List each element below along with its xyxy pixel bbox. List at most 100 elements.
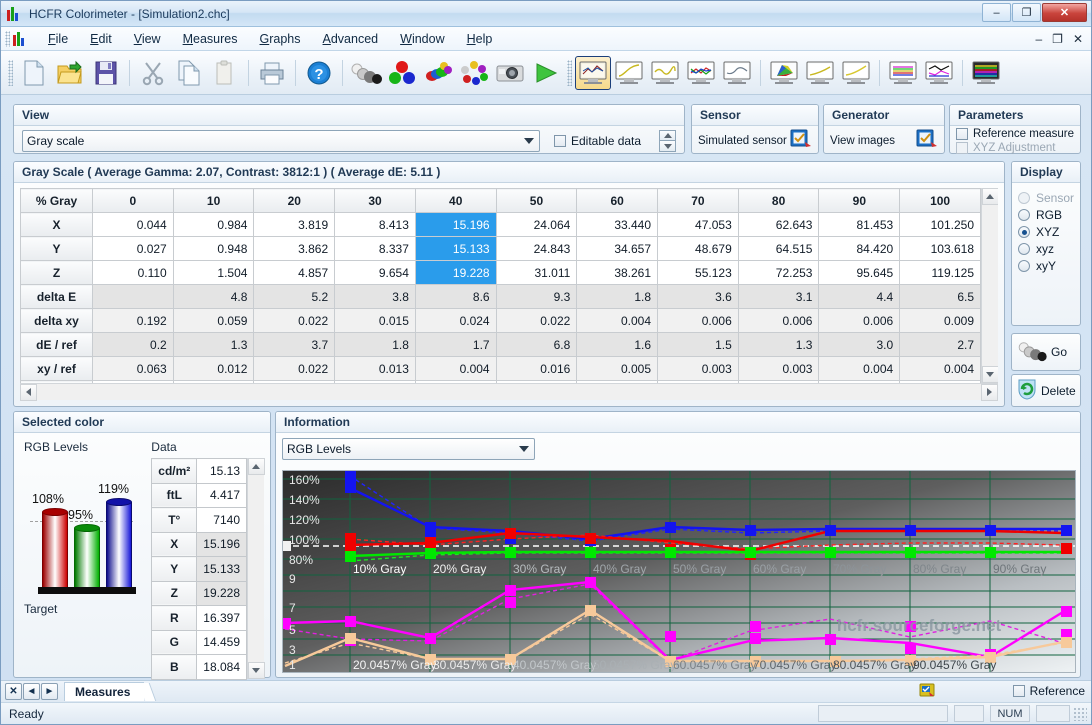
minimize-button[interactable]: – (982, 3, 1011, 22)
cell-Z-10[interactable]: 1.504 (173, 261, 254, 285)
monitor-measures-icon[interactable] (575, 56, 611, 90)
cell-dE-80[interactable]: 3.1 (738, 285, 819, 309)
tab-next-button[interactable]: ► (41, 683, 58, 700)
cell-Y-30[interactable]: 8.337 (335, 237, 416, 261)
cell-Z-70[interactable]: 55.123 (658, 261, 739, 285)
display-option-xyz[interactable]: XYZ (1018, 225, 1074, 239)
cell-dxy-30[interactable]: 0.015 (335, 309, 416, 333)
menu-item-file[interactable]: FFileile (37, 29, 79, 49)
reference-measure-checkbox[interactable]: Reference measure (956, 128, 1074, 140)
cell-dxy-100[interactable]: 0.009 (900, 309, 981, 333)
scroll-up-button[interactable] (982, 188, 999, 205)
monitor-curve-icon[interactable] (647, 56, 683, 90)
cell-dE-60[interactable]: 1.8 (577, 285, 658, 309)
cell-Y-0[interactable]: 0.027 (93, 237, 174, 261)
cell-dxy-40[interactable]: 0.024 (415, 309, 496, 333)
saturations-icon[interactable] (420, 56, 456, 90)
cell-X-20[interactable]: 3.819 (254, 213, 335, 237)
data-value[interactable]: 15.196 (197, 532, 247, 557)
cell-dE-100[interactable]: 6.5 (900, 285, 981, 309)
rgb-levels-chart[interactable]: hcfr.sourceforge.net 160% 140% 120% 100%… (282, 470, 1076, 673)
spinner-down-button[interactable] (659, 141, 676, 152)
scroll-left-button[interactable] (20, 384, 37, 401)
tab-prev-button[interactable]: ◄ (23, 683, 40, 700)
cell-dEref-90[interactable]: 3.0 (819, 333, 900, 357)
cell-Z-0[interactable]: 0.110 (93, 261, 174, 285)
scroll-down-button[interactable] (982, 366, 999, 383)
menu-item-window[interactable]: Window (389, 29, 455, 49)
reference-checkbox[interactable]: Reference (1013, 684, 1085, 698)
cell-dxy-60[interactable]: 0.004 (577, 309, 658, 333)
cut-scissors-icon[interactable] (135, 56, 171, 90)
cell-xyref-0[interactable]: 0.063 (93, 357, 174, 381)
cell-Z-100[interactable]: 119.125 (900, 261, 981, 285)
cell-dxy-50[interactable]: 0.022 (496, 309, 577, 333)
cell-dxy-70[interactable]: 0.006 (658, 309, 739, 333)
save-floppy-icon[interactable] (88, 56, 124, 90)
monitor-gamma-icon[interactable] (611, 56, 647, 90)
close-button[interactable]: ✕ (1042, 3, 1087, 22)
full-colors-icon[interactable] (456, 56, 492, 90)
cell-dE-0[interactable] (93, 285, 174, 309)
cell-Z-30[interactable]: 9.654 (335, 261, 416, 285)
cell-Z-50[interactable]: 31.011 (496, 261, 577, 285)
maximize-button[interactable]: ❐ (1012, 3, 1041, 22)
monitor-gamma2-icon[interactable] (802, 56, 838, 90)
camera-icon[interactable] (492, 56, 528, 90)
rgb-primaries-icon[interactable] (384, 56, 420, 90)
scroll-down-button[interactable] (248, 662, 265, 679)
cell-dE-50[interactable]: 9.3 (496, 285, 577, 309)
cell-Y-80[interactable]: 64.515 (738, 237, 819, 261)
config-check-icon[interactable] (916, 129, 938, 152)
selected-color-data-table[interactable]: cd/m²15.13 ftL4.417 T°7140 X15.196 Y15.1… (151, 458, 247, 680)
cell-X-60[interactable]: 33.440 (577, 213, 658, 237)
cell-dxy-20[interactable]: 0.022 (254, 309, 335, 333)
cell-xyref-80[interactable]: 0.003 (738, 357, 819, 381)
scroll-up-button[interactable] (248, 458, 265, 475)
cell-dEref-20[interactable]: 3.7 (254, 333, 335, 357)
cell-dEref-0[interactable]: 0.2 (93, 333, 174, 357)
resize-grip-icon[interactable] (1073, 707, 1087, 721)
cell-X-40[interactable]: 15.196 (415, 213, 496, 237)
cell-Z-20[interactable]: 4.857 (254, 261, 335, 285)
paste-icon[interactable] (207, 56, 243, 90)
information-select[interactable]: RGB Levels (282, 438, 535, 460)
mdi-close-button[interactable]: ✕ (1073, 32, 1083, 46)
cell-Y-50[interactable]: 24.843 (496, 237, 577, 261)
cell-dE-70[interactable]: 3.6 (658, 285, 739, 309)
cell-dxy-90[interactable]: 0.006 (819, 309, 900, 333)
cell-xyref-50[interactable]: 0.016 (496, 357, 577, 381)
cell-Z-80[interactable]: 72.253 (738, 261, 819, 285)
toolbar-grip-handle-2[interactable] (567, 60, 572, 86)
cell-Y-20[interactable]: 3.862 (254, 237, 335, 261)
cell-dEref-40[interactable]: 1.7 (415, 333, 496, 357)
monitor-near-white-icon[interactable] (838, 56, 874, 90)
monitor-saturation-shift-icon[interactable] (921, 56, 957, 90)
table-horizontal-scrollbar[interactable] (20, 383, 998, 400)
monitor-colortemp-icon[interactable] (719, 56, 755, 90)
data-value[interactable]: 15.133 (197, 557, 247, 582)
help-question-icon[interactable]: ? (301, 56, 337, 90)
cell-xyref-20[interactable]: 0.022 (254, 357, 335, 381)
tab-close-button[interactable]: ✕ (5, 683, 22, 700)
menu-item-edit[interactable]: Edit (79, 29, 123, 49)
cell-X-30[interactable]: 8.413 (335, 213, 416, 237)
cell-xyref-10[interactable]: 0.012 (173, 357, 254, 381)
delete-button[interactable]: Delete (1011, 374, 1081, 407)
cell-dEref-50[interactable]: 6.8 (496, 333, 577, 357)
toolbar-grip-handle[interactable] (8, 60, 13, 86)
monitor-rgb-levels-icon[interactable] (683, 56, 719, 90)
column-header-90[interactable]: 90 (819, 189, 900, 213)
cell-dEref-80[interactable]: 1.3 (738, 333, 819, 357)
data-value[interactable]: 15.13 (197, 459, 247, 484)
cell-X-100[interactable]: 101.250 (900, 213, 981, 237)
display-option-xyz-lower[interactable]: xyz (1018, 242, 1074, 256)
cell-X-50[interactable]: 24.064 (496, 213, 577, 237)
column-header-40[interactable]: 40 (415, 189, 496, 213)
grayscale-table[interactable]: % Gray 0 10 20 30 40 50 60 70 80 90 (20, 188, 981, 383)
cell-Y-90[interactable]: 84.420 (819, 237, 900, 261)
selected-color-scrollbar[interactable] (247, 458, 264, 679)
tab-measures[interactable]: Measures (64, 682, 144, 701)
open-folder-icon[interactable] (52, 56, 88, 90)
cell-xyref-70[interactable]: 0.003 (658, 357, 739, 381)
